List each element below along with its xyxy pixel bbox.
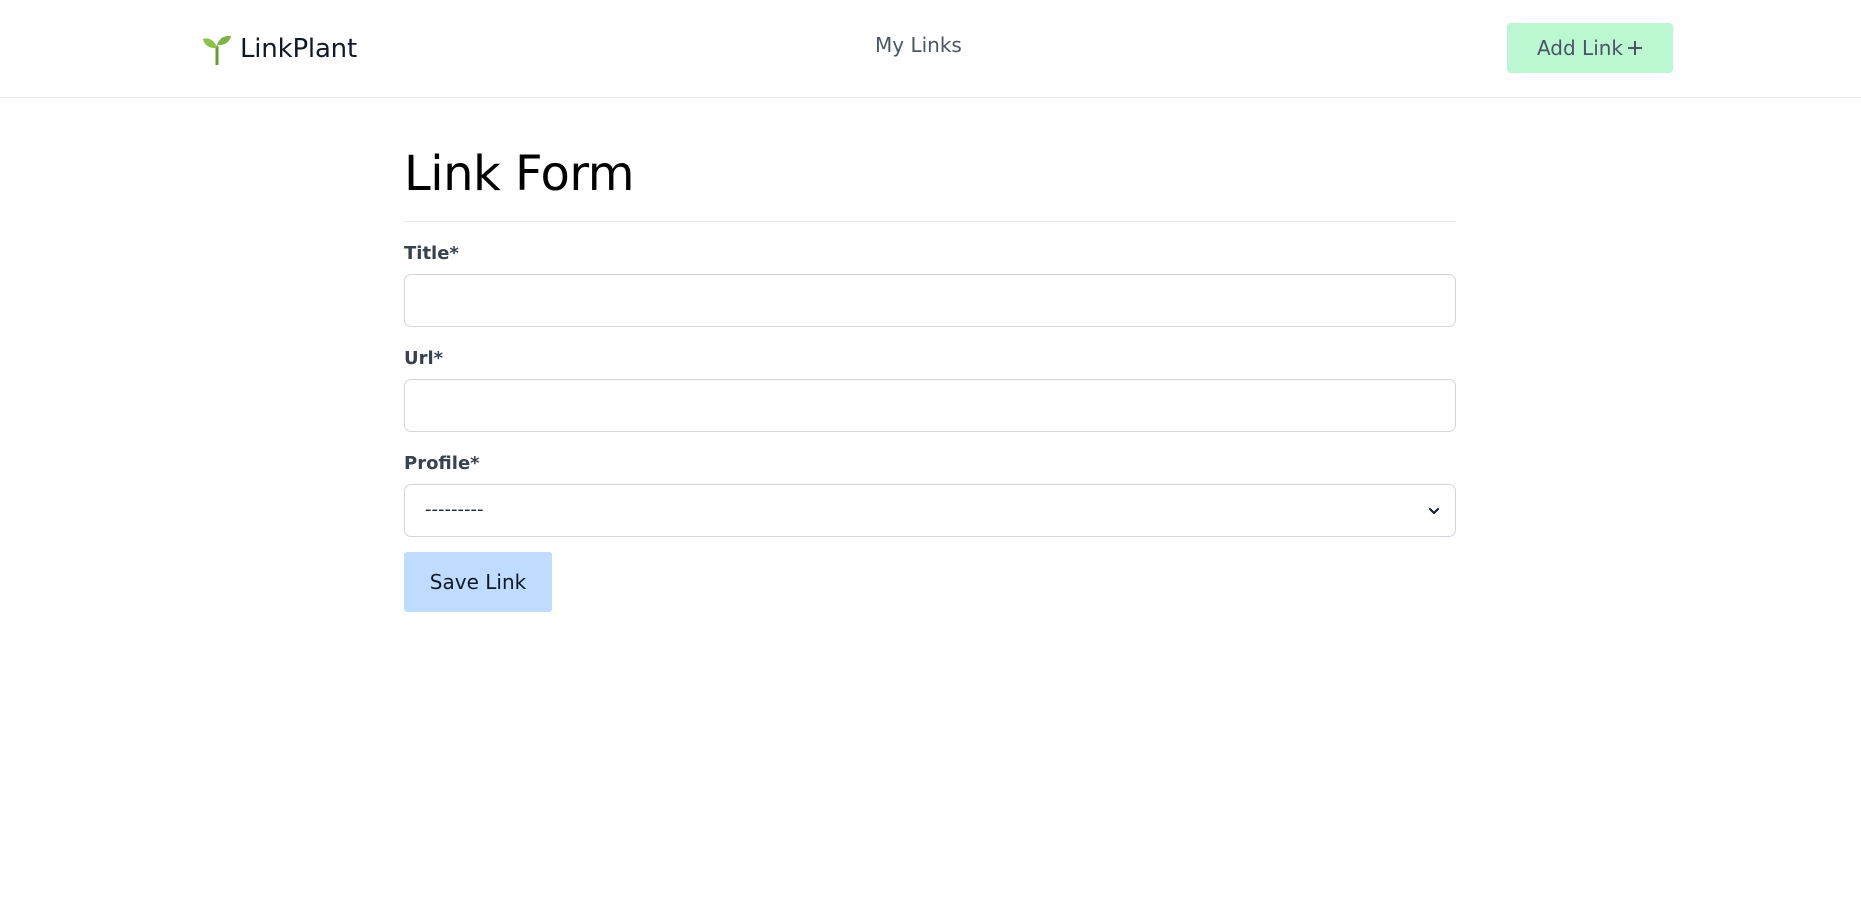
navbar: LinkPlant My Links Add Link [0, 0, 1861, 98]
link-form: Title* Url* Profile* --------- Save Link [404, 244, 1456, 612]
add-link-label: Add Link [1536, 36, 1624, 60]
chevron-down-icon [1429, 508, 1439, 514]
profile-select[interactable]: --------- [404, 484, 1456, 537]
url-label: Url* [404, 348, 444, 369]
plus-icon [1628, 41, 1643, 55]
url-input[interactable] [404, 379, 1456, 432]
add-link-button[interactable]: Add Link [1507, 23, 1673, 73]
title-divider [404, 221, 1456, 222]
profile-selected-value: --------- [425, 499, 484, 520]
brand-name: LinkPlant [240, 34, 357, 64]
save-link-button[interactable]: Save Link [404, 552, 552, 612]
title-label: Title* [404, 243, 459, 264]
brand-link[interactable]: LinkPlant [202, 30, 357, 68]
sprout-icon [203, 35, 231, 65]
page-title: Link Form [404, 146, 634, 202]
nav-link-my-links[interactable]: My Links [875, 33, 962, 57]
title-input[interactable] [404, 274, 1456, 327]
main-content: Link Form Title* Url* Profile* ---------… [404, 98, 1456, 612]
profile-label: Profile* [404, 453, 480, 474]
